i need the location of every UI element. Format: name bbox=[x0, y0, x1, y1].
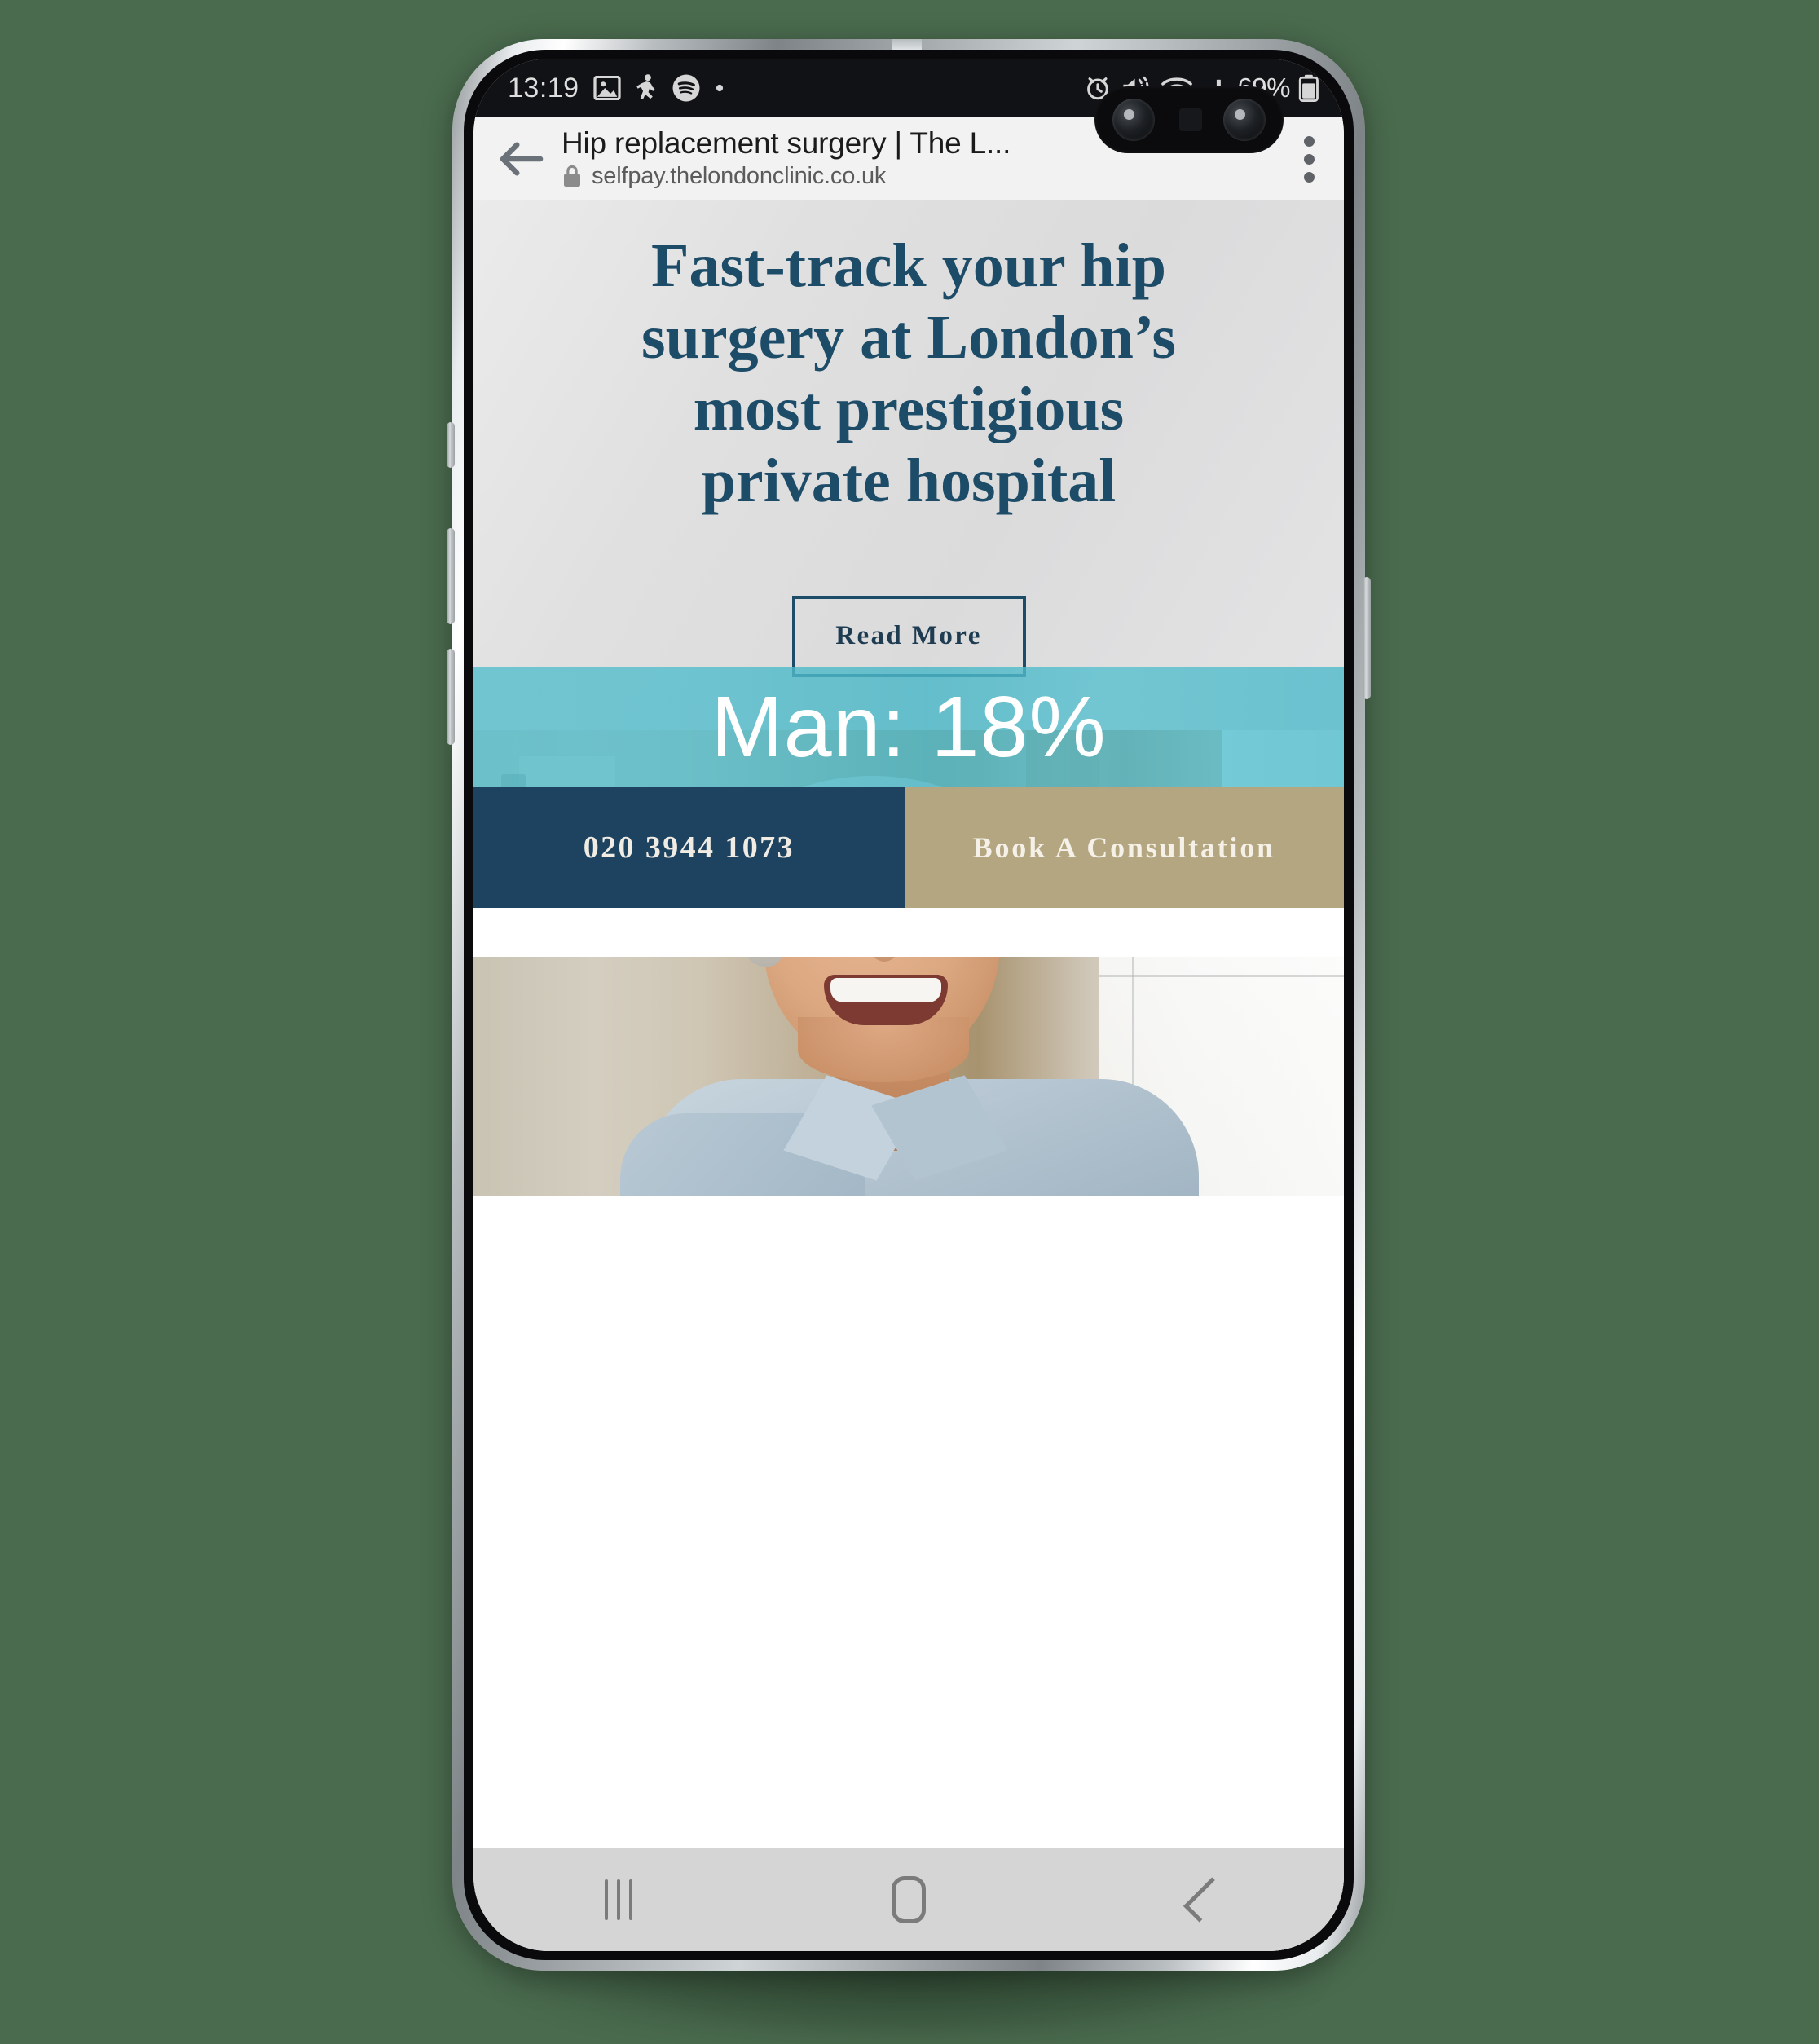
browser-menu-button[interactable] bbox=[1274, 135, 1344, 183]
phone-screen: 13:19 69% Hip replacement surgery | The … bbox=[473, 59, 1344, 1951]
phone-volume-up-button[interactable] bbox=[447, 528, 455, 624]
home-icon bbox=[892, 1876, 926, 1923]
kebab-menu-icon bbox=[1303, 153, 1315, 165]
browser-url-text: selfpay.thelondonclinic.co.uk bbox=[592, 162, 887, 189]
camera-lens-icon bbox=[1223, 99, 1266, 141]
phone-mockup: 13:19 69% Hip replacement surgery | The … bbox=[447, 39, 1371, 2044]
footer-cta-strip: 020 3944 1073 Book A Consultation bbox=[473, 787, 1344, 908]
overlay-banner: Man: 18% bbox=[473, 667, 1344, 787]
book-consultation-button[interactable]: Book A Consultation bbox=[904, 787, 1344, 908]
call-phone-button[interactable]: 020 3944 1073 bbox=[473, 787, 905, 908]
android-nav-bar bbox=[473, 1848, 1344, 1951]
nav-recents-button[interactable] bbox=[537, 1848, 700, 1951]
read-more-button-label: Read More bbox=[835, 621, 982, 651]
recents-icon bbox=[605, 1879, 632, 1920]
kebab-menu-icon bbox=[1303, 135, 1315, 147]
nav-back-button[interactable] bbox=[1117, 1848, 1280, 1951]
status-bar-left-group: 13:19 bbox=[508, 73, 725, 104]
camera-sensor bbox=[1179, 108, 1202, 131]
book-consultation-label: Book A Consultation bbox=[972, 831, 1275, 864]
back-icon bbox=[1183, 1877, 1229, 1923]
phone-power-button[interactable] bbox=[1363, 577, 1371, 699]
spotify-icon bbox=[672, 73, 701, 103]
status-bar-clock: 13:19 bbox=[508, 72, 579, 104]
browser-back-button[interactable] bbox=[473, 140, 562, 178]
nav-home-button[interactable] bbox=[827, 1848, 990, 1951]
web-page-viewport: Fast-track your hip surgery at London’s … bbox=[473, 200, 1344, 1951]
phone-bezel: 13:19 69% Hip replacement surgery | The … bbox=[464, 50, 1354, 1960]
kebab-menu-icon bbox=[1303, 171, 1315, 183]
phone-number-label: 020 3944 1073 bbox=[583, 830, 795, 865]
read-more-button[interactable]: Read More bbox=[791, 595, 1026, 677]
photo-man-teeth bbox=[830, 978, 941, 1002]
person-running-icon bbox=[635, 74, 658, 102]
camera-lens-icon bbox=[1112, 99, 1155, 141]
image-icon bbox=[592, 76, 621, 100]
phone-volume-down-button[interactable] bbox=[447, 649, 455, 745]
lock-icon bbox=[564, 165, 580, 187]
battery-icon bbox=[1298, 74, 1319, 102]
overlay-banner-label: Man: 18% bbox=[711, 679, 1107, 775]
photo-man-chin bbox=[798, 1017, 969, 1082]
dot-icon bbox=[715, 83, 725, 93]
front-camera-cutout bbox=[1094, 86, 1284, 153]
browser-url-row: selfpay.thelondonclinic.co.uk bbox=[562, 163, 1266, 190]
photo-man-mouth bbox=[824, 975, 948, 1025]
hero-section: Fast-track your hip surgery at London’s … bbox=[473, 200, 1344, 730]
page-title: Fast-track your hip surgery at London’s … bbox=[641, 231, 1176, 516]
back-arrow-icon bbox=[500, 142, 544, 176]
phone-side-button-bixby[interactable] bbox=[447, 422, 455, 468]
page-white-space bbox=[473, 908, 1344, 957]
